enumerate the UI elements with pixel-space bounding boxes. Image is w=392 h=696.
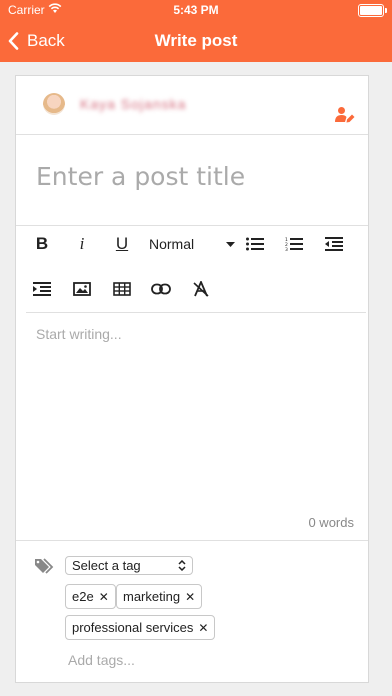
page-title: Write post <box>154 31 238 50</box>
link-icon <box>151 283 171 295</box>
insert-table-button[interactable] <box>108 275 136 303</box>
avatar <box>43 93 65 115</box>
image-icon <box>73 282 91 296</box>
post-form: Kaya Sojanska B i U Normal 123 <box>15 75 369 683</box>
insert-image-button[interactable] <box>68 275 96 303</box>
underline-button[interactable]: U <box>108 230 136 258</box>
author-name: Kaya Sojanska <box>80 96 187 112</box>
text-size-value: Normal <box>149 236 195 252</box>
nav-bar: Carrier 5:43 PM Back Write post <box>0 0 392 62</box>
bullet-list-button[interactable] <box>241 230 269 258</box>
battery-icon <box>358 4 387 17</box>
indent-button[interactable] <box>28 275 56 303</box>
remove-tag-icon[interactable]: ✕ <box>198 621 208 635</box>
tags-section: Select a tag e2e ✕ marketing ✕ professio… <box>16 541 368 681</box>
tag-chip-label: e2e <box>72 589 94 604</box>
tag-chip: professional services ✕ <box>65 615 216 640</box>
edit-author-icon[interactable] <box>335 106 355 128</box>
outdent-icon <box>325 237 343 251</box>
ordered-list-button[interactable]: 123 <box>280 230 308 258</box>
insert-link-button[interactable] <box>147 275 175 303</box>
tag-chip-label: marketing <box>123 589 181 604</box>
tag-select[interactable]: Select a tag <box>65 556 193 575</box>
author-row: Kaya Sojanska <box>16 76 368 135</box>
clear-format-icon <box>193 281 209 297</box>
chevron-updown-icon <box>178 560 186 571</box>
post-title-input[interactable] <box>36 162 346 191</box>
editor-placeholder: Start writing... <box>36 326 122 342</box>
text-size-select[interactable]: Normal <box>149 233 235 255</box>
ordered-list-icon: 123 <box>285 237 303 251</box>
caret-down-icon <box>226 241 235 247</box>
word-count: 0 words <box>308 515 354 530</box>
clear-format-button[interactable] <box>187 275 215 303</box>
bold-button[interactable]: B <box>28 230 56 258</box>
tag-select-value: Select a tag <box>72 558 141 573</box>
outdent-button[interactable] <box>320 230 348 258</box>
status-bar: Carrier 5:43 PM <box>0 0 392 20</box>
tag-chip: e2e ✕ <box>65 584 116 609</box>
tag-icon <box>35 558 55 580</box>
remove-tag-icon[interactable]: ✕ <box>99 590 109 604</box>
tag-chip: marketing ✕ <box>116 584 203 609</box>
svg-text:3: 3 <box>285 247 288 251</box>
add-tags-input[interactable] <box>68 652 268 668</box>
indent-icon <box>33 282 51 296</box>
remove-tag-icon[interactable]: ✕ <box>185 590 195 604</box>
bullet-list-icon <box>246 237 264 251</box>
post-body-editor[interactable]: Start writing... 0 words <box>16 313 368 541</box>
tag-chip-label: professional services <box>72 620 194 635</box>
italic-button[interactable]: i <box>68 230 96 258</box>
clock: 5:43 PM <box>173 3 219 17</box>
title-field <box>16 135 368 226</box>
table-icon <box>113 282 131 296</box>
